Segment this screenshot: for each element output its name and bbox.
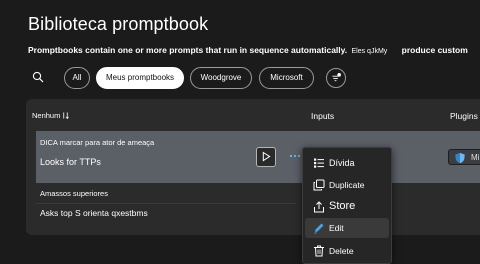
row-title[interactable]: Looks for TTPs — [40, 157, 101, 167]
menu-item-divida[interactable]: Dívida — [305, 153, 389, 173]
share-icon — [314, 201, 324, 213]
menu-item-label: Store — [329, 200, 356, 212]
filter-microsoft-button[interactable]: Microsoft — [259, 67, 314, 89]
search-icon[interactable] — [32, 71, 44, 83]
page-description: Promptbooks contain one or more prompts … — [28, 45, 480, 55]
duplicate-icon — [313, 179, 325, 191]
row-divider — [36, 203, 296, 204]
run-button[interactable] — [256, 147, 276, 167]
menu-item-label: Edit — [329, 223, 344, 233]
menu-item-label: Dívida — [329, 158, 355, 168]
menu-item-label: Duplicate — [329, 180, 365, 190]
description-tail-text: produce custom — [401, 45, 468, 55]
list-icon — [314, 158, 324, 168]
filter-my-promptbooks-button[interactable]: Meus promptbooks — [96, 67, 184, 89]
filter-woodgrove-button[interactable]: Woodgrove — [190, 67, 252, 89]
filter-all-button[interactable]: All — [64, 67, 90, 89]
table-row[interactable]: Asks top S orienta qxestbms — [40, 208, 148, 218]
menu-item-duplicate[interactable]: Duplicate — [305, 175, 389, 195]
row-subtitle: DICA marcar para ator de ameaça — [40, 138, 155, 147]
description-text: Promptbooks contain one or more prompts … — [28, 45, 348, 55]
filter-settings-button[interactable] — [326, 68, 346, 88]
context-menu: Dívida Duplicate Store Edit Delete — [302, 147, 392, 264]
menu-item-delete[interactable]: Delete — [305, 241, 389, 261]
menu-item-store[interactable]: Store — [305, 197, 389, 217]
shield-icon — [455, 152, 465, 164]
description-inline-text: Eles qJkMy — [351, 48, 388, 55]
filter-settings-icon — [332, 73, 341, 82]
trash-icon — [314, 245, 324, 257]
menu-item-edit[interactable]: Edit — [305, 218, 389, 238]
table-row[interactable]: Amassos superiores — [40, 189, 108, 198]
column-header-inputs[interactable]: Inputs — [311, 111, 334, 121]
plugin-label: Mi — [471, 153, 480, 162]
sort-arrows-icon — [63, 112, 70, 120]
page-title: Biblioteca promptbook — [28, 14, 209, 34]
column-header-name[interactable]: Nenhum — [32, 111, 70, 120]
plugin-chip: Mi — [448, 149, 480, 165]
column-header-name-label: Nenhum — [32, 111, 61, 120]
pencil-icon — [314, 223, 324, 234]
more-options-icon[interactable] — [288, 151, 302, 161]
play-icon — [262, 151, 271, 162]
column-header-plugins[interactable]: Plugins — [450, 111, 478, 121]
menu-item-label: Delete — [329, 246, 354, 256]
